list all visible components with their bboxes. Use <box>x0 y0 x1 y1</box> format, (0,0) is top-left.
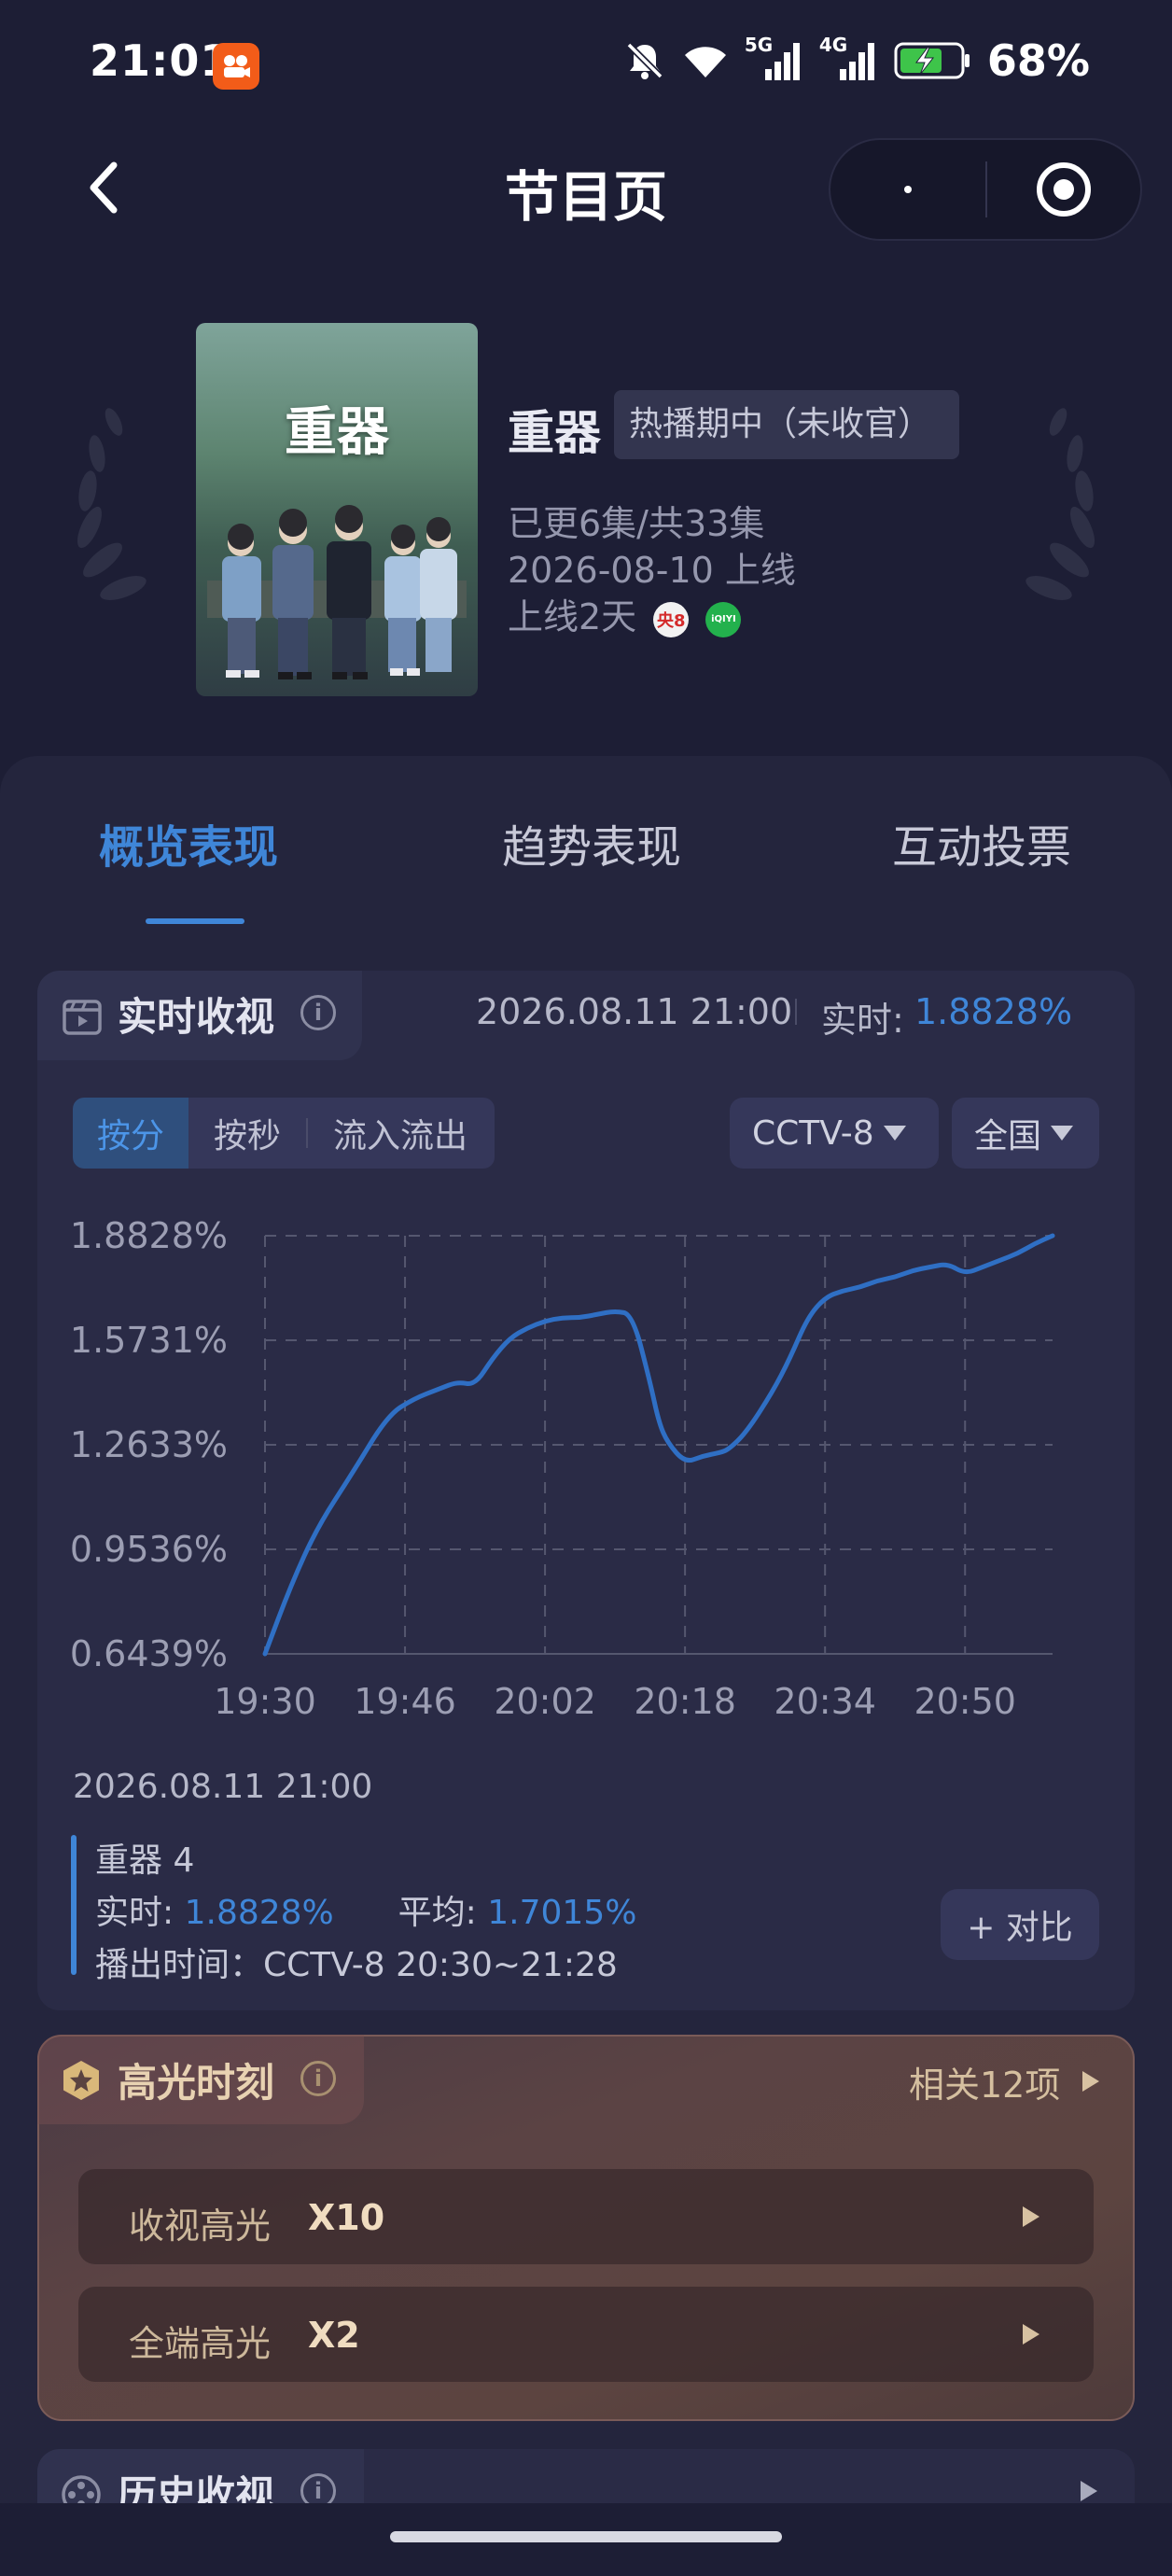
online-days: 上线2天 <box>508 596 637 637</box>
segment-by-minute[interactable]: 按分 <box>73 1098 188 1169</box>
header-divider <box>795 999 797 1025</box>
x-tick-label: 20:34 <box>774 1681 876 1722</box>
legend-values: 实时: 1.8828% 平均: 1.7015% <box>95 1885 636 1934</box>
info-icon[interactable]: i <box>300 2061 336 2096</box>
highlight-row-value: X10 <box>308 2197 385 2238</box>
laurel-left-icon <box>77 408 146 600</box>
legend-average-label: 平均: <box>398 1894 477 1932</box>
realtime-title: 实时收视 <box>118 994 275 1040</box>
play-arrow-icon <box>1023 2206 1039 2227</box>
tab-trend[interactable]: 趋势表现 <box>502 810 681 875</box>
y-tick-label: 0.9536% <box>70 1529 228 1570</box>
show-poster[interactable]: 重器 <box>196 323 478 696</box>
channel-dropdown[interactable]: CCTV-8 <box>730 1098 939 1169</box>
app-notification-icon <box>213 43 259 90</box>
compare-button[interactable]: + 对比 <box>941 1889 1099 1960</box>
play-arrow-icon <box>1023 2324 1039 2345</box>
segment-inflow-outflow[interactable]: 流入流出 <box>308 1098 493 1169</box>
target-circle-icon <box>1036 162 1091 217</box>
mute-bell-icon <box>626 42 663 79</box>
poster-title: 重器 <box>285 402 389 463</box>
tab-active-indicator <box>146 918 244 924</box>
y-tick-label: 0.6439% <box>70 1633 228 1674</box>
legend-airtime: 播出时间：CCTV-8 20:30~21:28 <box>95 1946 618 1984</box>
play-arrow-icon <box>1082 2071 1100 2092</box>
dropdown-arrow-icon <box>883 1126 906 1141</box>
signal-5g-icon: 5G <box>745 34 804 82</box>
legend-average-value: 1.7015% <box>487 1894 637 1932</box>
status-time: 21:01 <box>90 35 231 86</box>
y-tick-label: 1.8828% <box>70 1215 228 1256</box>
region-dropdown[interactable]: 全国 <box>952 1098 1099 1169</box>
highlight-related-text: 相关12项 <box>909 2064 1061 2106</box>
signal-4g-icon: 4G <box>819 34 879 82</box>
legend-series-marker <box>71 1835 77 1975</box>
tab-vote[interactable]: 互动投票 <box>892 810 1071 875</box>
info-icon[interactable]: i <box>300 995 336 1030</box>
battery-charging-icon <box>894 42 970 79</box>
y-tick-label: 1.2633% <box>70 1424 228 1465</box>
granularity-segmented-control: 按分 按秒 流入流出 <box>73 1098 495 1169</box>
highlight-row[interactable]: 收视高光 X10 <box>78 2169 1094 2264</box>
legend-series-name: 重器 4 <box>95 1841 195 1880</box>
x-tick-label: 20:02 <box>494 1681 596 1722</box>
star-hexagon-icon <box>63 2061 99 2100</box>
wifi-icon <box>684 47 726 77</box>
close-button[interactable] <box>987 140 1140 239</box>
y-tick-label: 1.5731% <box>70 1320 228 1361</box>
laurel-right-icon <box>1026 408 1095 600</box>
episode-count: 已更6集/共33集 <box>508 503 765 544</box>
realtime-value: 1.8828% <box>914 991 1073 1032</box>
dot-icon <box>904 186 912 193</box>
highlight-row-value: X2 <box>308 2315 360 2356</box>
highlight-title: 高光时刻 <box>118 2060 275 2106</box>
tab-overview[interactable]: 概览表现 <box>99 810 278 875</box>
realtime-label: 实时: <box>821 1000 904 1041</box>
legend-realtime-label: 实时: <box>95 1894 174 1932</box>
x-tick-label: 20:18 <box>634 1681 736 1722</box>
show-name: 重器 <box>508 406 601 460</box>
x-tick-label: 20:50 <box>914 1681 1016 1722</box>
x-tick-label: 19:46 <box>354 1681 456 1722</box>
mini-program-capsule <box>829 138 1142 241</box>
poster-people-illustration <box>207 505 467 679</box>
highlight-row-label: 收视高光 <box>129 2205 272 2247</box>
x-tick-label: 19:30 <box>214 1681 316 1722</box>
more-button[interactable] <box>830 140 985 239</box>
premiere-date: 2026-08-10 上线 <box>508 550 796 591</box>
status-icons: 5G 4G 68% <box>623 34 1090 86</box>
play-arrow-icon[interactable] <box>1081 2481 1097 2501</box>
calendar-video-icon <box>63 1000 102 1035</box>
legend-realtime-value: 1.8828% <box>184 1894 334 1932</box>
channel-dropdown-value: CCTV-8 <box>752 1113 874 1153</box>
legend-timestamp: 2026.08.11 21:00 <box>73 1768 373 1806</box>
realtime-line-chart[interactable]: 1.8828% 1.5731% 1.2633% 0.9536% 0.6439% 19:30… <box>37 1204 1135 1745</box>
status-badge: 热播期中（未收官） <box>614 390 960 459</box>
battery-percent: 68% <box>986 35 1090 86</box>
segment-by-second[interactable]: 按秒 <box>188 1098 306 1169</box>
online-days-row: 上线2天 央8 iQIYI <box>508 588 742 639</box>
region-dropdown-value: 全国 <box>974 1117 1042 1155</box>
highlight-row[interactable]: 全端高光 X2 <box>78 2287 1094 2382</box>
iqiyi-badge-icon: iQIYI <box>705 601 742 637</box>
highlight-row-label: 全端高光 <box>129 2323 272 2364</box>
highlight-related-link[interactable]: 相关12项 <box>909 2053 1100 2109</box>
cctv8-badge-icon: 央8 <box>653 601 690 637</box>
home-indicator[interactable] <box>390 2531 782 2542</box>
realtime-timestamp: 2026.08.11 21:00 <box>476 991 793 1032</box>
dropdown-arrow-icon <box>1051 1126 1074 1141</box>
